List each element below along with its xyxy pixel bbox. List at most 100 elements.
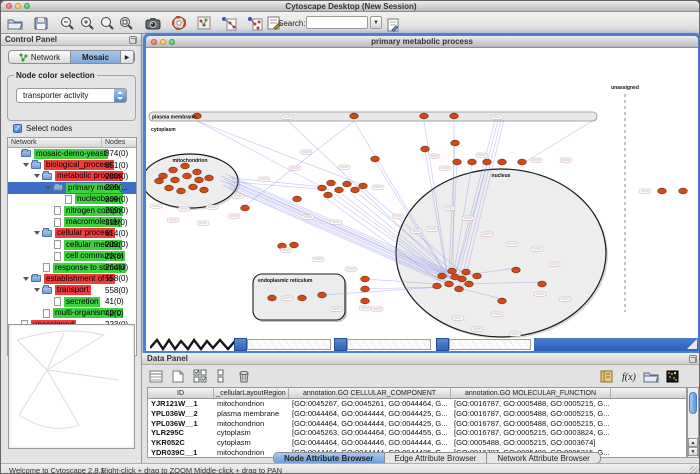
expand-arrow-icon[interactable] bbox=[23, 163, 29, 167]
help-icon[interactable] bbox=[169, 14, 188, 32]
graph-node[interactable] bbox=[205, 175, 214, 181]
tree-item-response-to-stimulu[interactable]: response to stimulu264(0) bbox=[8, 262, 136, 273]
node-color-combobox[interactable]: transporter activity bbox=[16, 88, 127, 103]
network-graph[interactable]: plasma membranecytoplasmmitochondrionnuc… bbox=[146, 48, 698, 338]
table-cell[interactable]: [GO:0016787, GO:0005215, GO:0003824, G..… bbox=[451, 428, 611, 438]
scroll-up-icon[interactable]: ▲ bbox=[688, 438, 698, 447]
table-cell[interactable]: [GO:0016787, GO:0005488, GO:0005215, G..… bbox=[451, 409, 611, 419]
minimized-window-3-thumb[interactable] bbox=[449, 339, 531, 350]
graph-node[interactable] bbox=[448, 268, 457, 274]
scroll-down-icon[interactable]: ▼ bbox=[688, 447, 698, 456]
zoom-fit-icon[interactable] bbox=[98, 14, 117, 32]
table-row[interactable]: YPL036W__2plasma membrane[GO:0044464, GO… bbox=[148, 409, 686, 419]
graph-node[interactable] bbox=[343, 181, 352, 187]
graph-node[interactable] bbox=[293, 196, 302, 202]
tab-network[interactable]: Network bbox=[9, 51, 71, 63]
graph-node[interactable] bbox=[165, 185, 174, 191]
table-cell[interactable]: [GO:0045263, GO:0044464, GO:0044455, G..… bbox=[289, 428, 451, 438]
search-input[interactable] bbox=[306, 16, 368, 29]
graph-node[interactable] bbox=[361, 286, 370, 292]
graph-node[interactable] bbox=[512, 267, 521, 273]
window-resize-grip[interactable] bbox=[687, 339, 697, 349]
graph-node[interactable] bbox=[169, 167, 178, 173]
graph-node[interactable] bbox=[350, 113, 359, 119]
graph-node[interactable] bbox=[421, 146, 430, 152]
table-cell[interactable]: [GO:0044464, GO:0044444, GO:0044425, G..… bbox=[289, 409, 451, 419]
tree-item-primary-metab[interactable]: primary metab209(... bbox=[8, 182, 136, 193]
vizmapper-icon[interactable] bbox=[219, 14, 238, 32]
network-canvas[interactable]: plasma membranecytoplasmmitochondrionnuc… bbox=[146, 48, 698, 338]
network-window-titlebar[interactable]: primary metabolic process bbox=[146, 36, 698, 48]
graph-node[interactable] bbox=[518, 159, 527, 165]
graph-node[interactable] bbox=[361, 298, 370, 304]
graph-node[interactable] bbox=[318, 292, 327, 298]
zoom-in-icon[interactable] bbox=[78, 14, 97, 32]
tree-item-macromolecule[interactable]: macromolecule311(0) bbox=[8, 216, 136, 227]
table-cell[interactable]: [GO:0016787, GO:0005488, GO:0005215, G..… bbox=[451, 419, 611, 429]
table-cell[interactable]: [GO:0044464, GO:0044446, GO:0044444, G..… bbox=[289, 438, 451, 448]
column-header[interactable]: _cellularLayoutRegion bbox=[214, 388, 289, 398]
table-cell[interactable]: YDR039C__1 bbox=[148, 448, 214, 458]
tree-item-cellular-process[interactable]: cellular process614(0) bbox=[8, 228, 136, 239]
table-cell[interactable]: YJR121W__1 bbox=[148, 399, 214, 409]
search-option-icon[interactable] bbox=[384, 16, 403, 34]
graph-node[interactable] bbox=[155, 178, 164, 184]
tree-item-secretion[interactable]: secretion41(0) bbox=[8, 296, 136, 307]
attribute-delete-icon[interactable] bbox=[234, 367, 253, 385]
graph-node[interactable] bbox=[335, 187, 344, 193]
tree-item-metabolic-process[interactable]: metabolic process280(0) bbox=[8, 171, 136, 182]
tab-network-attribute-browser[interactable]: Network Attribute Browser bbox=[487, 453, 599, 463]
column-header[interactable]: annotation.GO CELLULAR_COMPONENT bbox=[289, 388, 451, 398]
graph-node[interactable] bbox=[462, 269, 471, 275]
expand-arrow-icon[interactable] bbox=[34, 174, 40, 178]
graph-node[interactable] bbox=[483, 159, 492, 165]
compartment-plasma-membrane[interactable] bbox=[149, 112, 597, 121]
save-session-icon[interactable] bbox=[31, 14, 50, 32]
graph-node[interactable] bbox=[498, 298, 507, 304]
graph-node[interactable] bbox=[450, 113, 459, 119]
graph-node[interactable] bbox=[420, 113, 429, 119]
graph-node[interactable] bbox=[324, 192, 333, 198]
table-cell[interactable]: mitochondrion bbox=[214, 419, 289, 429]
graph-node[interactable] bbox=[453, 159, 462, 165]
table-cell[interactable]: YKR052C bbox=[148, 438, 214, 448]
search-dropdown-icon[interactable]: ▼ bbox=[370, 16, 382, 29]
table-cell[interactable]: [GO:0016787, GO:0005488, GO:0005215, G..… bbox=[451, 399, 611, 409]
matrix-icon[interactable] bbox=[663, 367, 682, 385]
table-cell[interactable]: YLR295C bbox=[148, 428, 214, 438]
graph-node[interactable] bbox=[200, 187, 209, 193]
graph-node[interactable] bbox=[371, 156, 380, 162]
open-session-icon[interactable] bbox=[5, 14, 24, 32]
graph-node[interactable] bbox=[468, 159, 477, 165]
birdseye-icon[interactable] bbox=[194, 14, 213, 32]
table-cell[interactable]: [GO:0045267, GO:0045261, GO:0044464, G..… bbox=[289, 399, 451, 409]
tree-item-transport[interactable]: transport558(0) bbox=[8, 285, 136, 296]
vizmapper-alt-icon[interactable] bbox=[245, 14, 264, 32]
attribute-batch-select-icon[interactable] bbox=[190, 367, 209, 385]
import-attributes-icon[interactable] bbox=[641, 367, 660, 385]
graph-node[interactable] bbox=[658, 188, 667, 194]
birdseye-view-panel[interactable] bbox=[8, 324, 135, 449]
graph-node[interactable] bbox=[298, 295, 307, 301]
graph-node[interactable] bbox=[455, 286, 464, 292]
tree-item-nucleobase-[interactable]: nucleobase-209(0) bbox=[8, 194, 136, 205]
graph-node[interactable] bbox=[433, 283, 442, 289]
network-view-window[interactable]: primary metabolic process plasma membran… bbox=[146, 36, 698, 351]
table-cell[interactable]: mitochondrion bbox=[214, 399, 289, 409]
app-resize-grip[interactable] bbox=[690, 466, 700, 474]
tree-item-cellular-metabo[interactable]: cellular metabo209(0) bbox=[8, 239, 136, 250]
zoom-selected-icon[interactable] bbox=[117, 14, 136, 32]
table-cell[interactable]: cytoplasm bbox=[214, 438, 289, 448]
graph-node[interactable] bbox=[351, 187, 360, 193]
expand-arrow-icon[interactable] bbox=[34, 231, 40, 235]
table-cell[interactable]: YPL036W__1 bbox=[148, 419, 214, 429]
column-header[interactable]: ID bbox=[148, 388, 214, 398]
table-row[interactable]: YKR052Ccytoplasm[GO:0044464, GO:0044446,… bbox=[148, 438, 686, 448]
tab-edge-attribute-browser[interactable]: Edge Attribute Browser bbox=[385, 453, 488, 463]
tab-node-attribute-browser[interactable]: Node Attribute Browser bbox=[274, 453, 385, 463]
graph-node[interactable] bbox=[318, 185, 327, 191]
graph-edge[interactable] bbox=[522, 118, 597, 164]
expand-arrow-icon[interactable] bbox=[34, 288, 40, 292]
column-header[interactable]: annotation.GO MOLECULAR_FUNCTION bbox=[451, 388, 611, 398]
table-scrollbar[interactable]: ▲ ▼ bbox=[687, 387, 699, 458]
